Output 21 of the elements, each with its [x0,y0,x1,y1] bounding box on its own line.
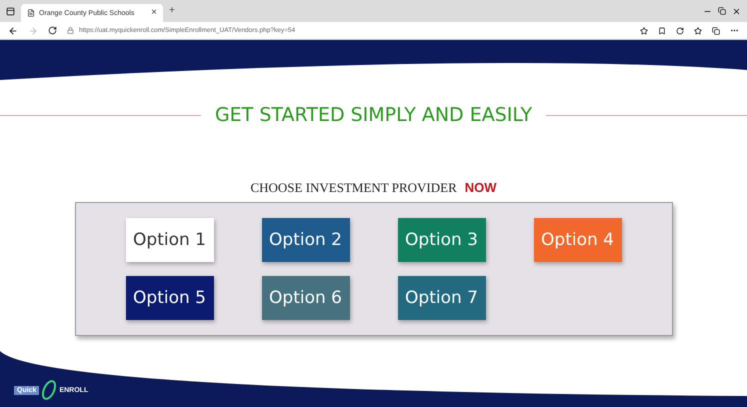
new-tab-button[interactable]: + [169,6,175,16]
option-button[interactable]: Option 2 [262,218,350,262]
favorites-icon[interactable] [694,26,702,34]
lock-icon [67,27,74,34]
provider-prompt: CHOOSE INVESTMENT PROVIDER NOW [250,180,497,196]
option-button[interactable]: Option 3 [398,218,486,262]
page-heading: GET STARTED SIMPLY AND EASILY [214,104,532,126]
close-icon[interactable] [732,6,741,16]
reading-icon[interactable] [658,26,666,34]
logo-ring-icon [42,379,56,401]
option-button[interactable]: Option 1 [126,218,214,262]
option-button[interactable]: Option 5 [126,276,214,320]
close-tab-button[interactable]: × [151,8,157,18]
restore-icon[interactable] [718,7,726,15]
back-icon[interactable] [8,26,18,36]
page-icon [27,9,35,17]
tab-actions-icon[interactable] [6,6,15,16]
option-button[interactable]: Option 6 [262,276,350,320]
favorite-icon[interactable] [640,26,648,34]
reload-icon[interactable] [48,26,57,35]
option-button[interactable]: Option 7 [398,276,486,320]
